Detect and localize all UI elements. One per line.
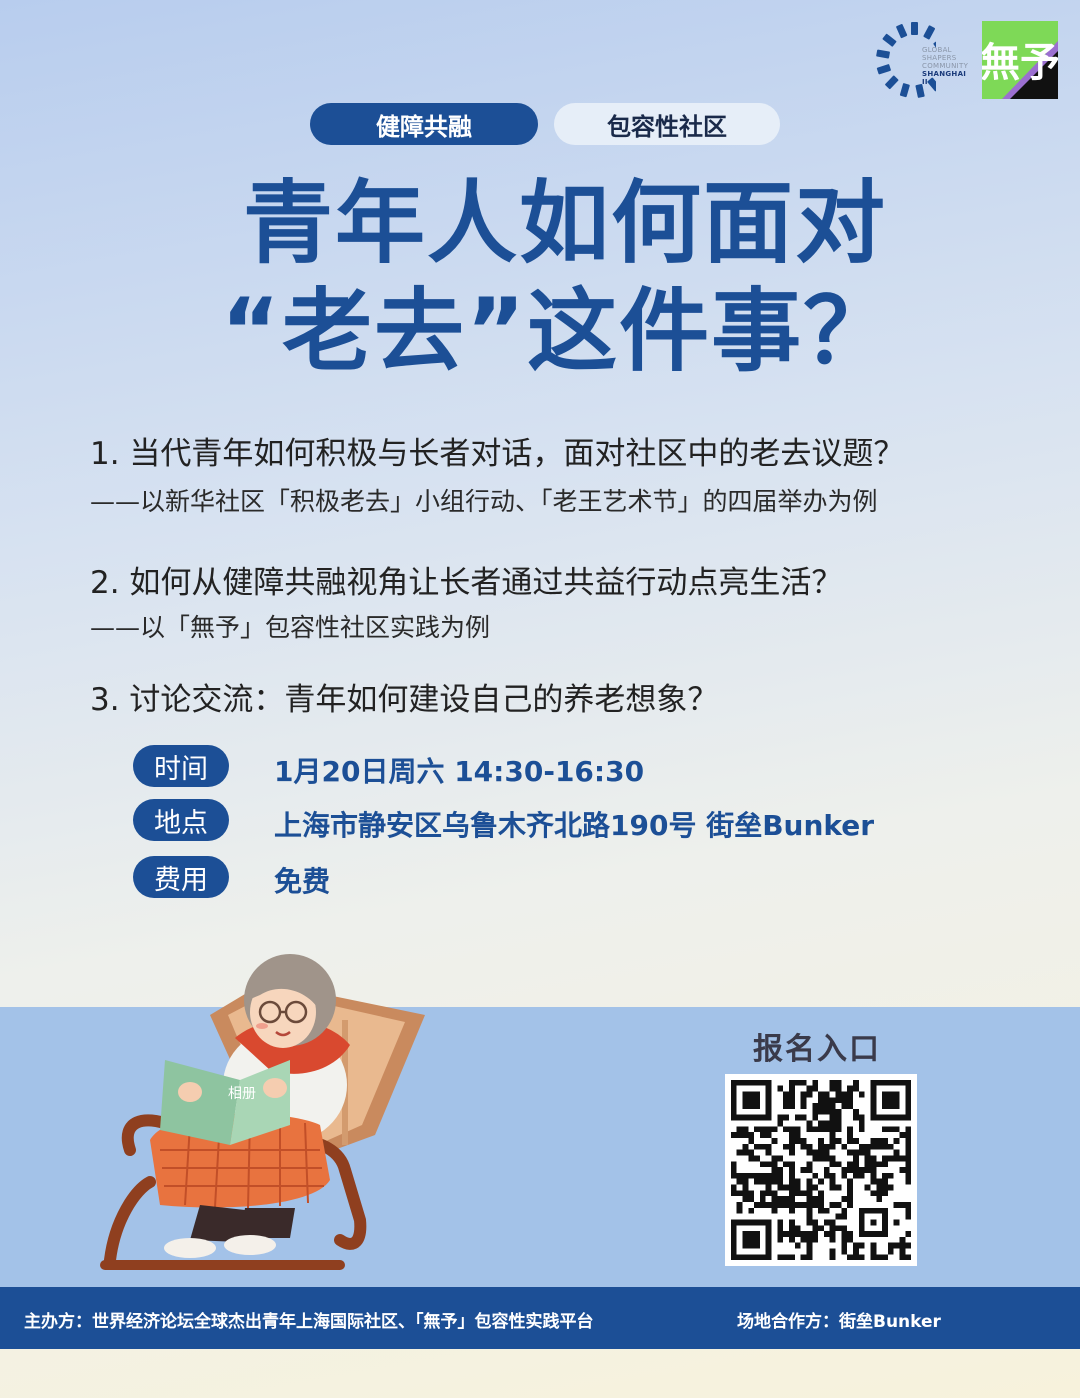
svg-text:相册: 相册: [228, 1086, 256, 1102]
global-shapers-wordmark: GLOBAL SHAPERS COMMUNITY SHANGHAI II: [922, 46, 969, 86]
fee-value: 免费: [274, 865, 331, 898]
registration-qr-code[interactable]: [725, 1074, 917, 1266]
global-shapers-logo: GLOBAL SHAPERS COMMUNITY SHANGHAI II: [876, 18, 972, 102]
headline-line-1: 青年人如何面对: [243, 171, 887, 276]
registration-title: 报名入口: [753, 1032, 881, 1067]
wuyu-logo: 無予: [982, 21, 1058, 99]
location-label: 地点: [133, 799, 229, 841]
time-value: 1月20日周六 14:30-16:30: [274, 755, 645, 788]
elderly-reader-illustration: 相册: [100, 954, 425, 1270]
tag-inclusion: 健障共融: [310, 103, 538, 145]
headline-line-2: “老去”这件事？: [220, 279, 896, 384]
tag-inclusive-community: 包容性社区: [554, 103, 780, 145]
question-3: 3. 讨论交流：青年如何建设自己的养老想象？: [90, 682, 719, 718]
event-poster: GLOBAL SHAPERS COMMUNITY SHANGHAI II 無予 …: [0, 0, 1080, 1398]
venue-partner-text: 场地合作方：街垒Bunker: [737, 1312, 941, 1332]
question-1: 1. 当代青年如何积极与长者对话，面对社区中的老去议题？: [90, 436, 905, 472]
logo-group: GLOBAL SHAPERS COMMUNITY SHANGHAI II 無予: [876, 18, 1058, 102]
location-value: 上海市静安区乌鲁木齐北路190号 街垒Bunker: [274, 809, 875, 842]
question-2-example: ——以「無予」包容性社区实践为例: [90, 613, 491, 642]
organizer-text: 主办方：世界经济论坛全球杰出青年上海国际社区、「無予」包容性实践平台: [24, 1312, 594, 1332]
question-1-example: ——以新华社区「积极老去」小组行动、「老王艺术节」的四届举办为例: [90, 487, 878, 516]
topic-tags: 健障共融 包容性社区: [310, 103, 780, 145]
svg-text:無予: 無予: [982, 40, 1058, 86]
time-label: 时间: [133, 745, 229, 787]
fee-label: 费用: [133, 856, 229, 898]
question-2: 2. 如何从健障共融视角让长者通过共益行动点亮生活？: [90, 565, 843, 601]
footer-bar: 主办方：世界经济论坛全球杰出青年上海国际社区、「無予」包容性实践平台 场地合作方…: [0, 1287, 1080, 1349]
